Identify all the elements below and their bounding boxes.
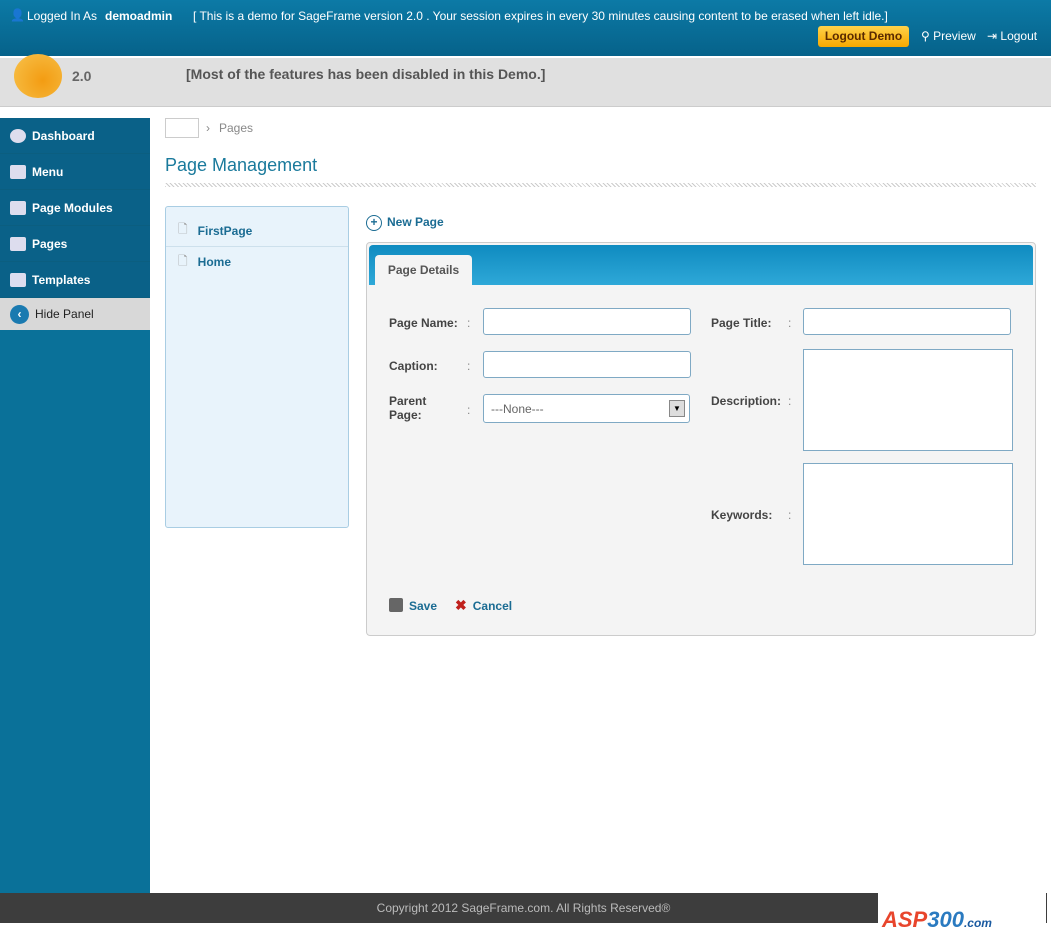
colon: :: [788, 316, 792, 330]
hide-panel-label: Hide Panel: [35, 307, 94, 321]
save-button[interactable]: Save: [389, 598, 437, 613]
templates-icon: [10, 272, 26, 287]
sidebar-label: Menu: [32, 164, 64, 179]
header: 2.0 [Most of the features has been disab…: [0, 54, 1051, 107]
search-icon: ⚲: [921, 29, 934, 43]
version: 2.0: [72, 68, 92, 84]
colon: :: [467, 359, 471, 373]
description-label: Description:: [711, 394, 782, 408]
tree-item-label: FirstPage: [197, 223, 253, 238]
colon: :: [467, 316, 471, 330]
sidebar-item-menu[interactable]: Menu: [0, 154, 150, 190]
chevron-down-icon[interactable]: ▼: [669, 400, 685, 417]
page-tree: 🗋 FirstPage 🗋 Home: [165, 206, 349, 528]
keywords-label: Keywords:: [711, 508, 773, 522]
cancel-button[interactable]: ✖ Cancel: [455, 597, 512, 614]
breadcrumb-current: Pages: [219, 121, 254, 135]
colon: :: [788, 508, 792, 522]
sidebar-item-templates[interactable]: Templates: [0, 262, 150, 298]
breadcrumb-home-icon[interactable]: [165, 118, 199, 138]
logout-icon: ⇥: [987, 29, 1001, 43]
user-icon: 👤: [10, 8, 25, 22]
floppy-icon: [389, 598, 403, 612]
modules-icon: [10, 200, 26, 215]
logout-demo-button[interactable]: Logout Demo: [818, 26, 909, 47]
page-title-input[interactable]: [803, 308, 1011, 335]
sidebar-item-pages[interactable]: Pages: [0, 226, 150, 262]
tree-item-home[interactable]: 🗋 Home: [166, 247, 348, 277]
header-notice: [Most of the features has been disabled …: [186, 66, 546, 82]
description-textarea[interactable]: [803, 349, 1013, 451]
page-title-label: Page Title:: [711, 316, 772, 330]
new-page-button[interactable]: + New Page: [366, 215, 444, 231]
logout-link[interactable]: ⇥ Logout: [987, 29, 1037, 43]
sidebar-label: Page Modules: [32, 200, 113, 215]
sidebar-item-page-modules[interactable]: Page Modules: [0, 190, 150, 226]
chevron-left-icon: ‹: [10, 304, 29, 324]
new-page-label: New Page: [387, 215, 444, 229]
sidebar-label: Pages: [32, 236, 68, 251]
page-icon: 🗋: [178, 222, 188, 236]
username: demoadmin: [105, 9, 173, 23]
demo-notice: [ This is a demo for SageFrame version 2…: [193, 9, 888, 23]
preview-link[interactable]: ⚲ Preview: [921, 29, 976, 43]
top-bar: 👤 Logged In As demoadmin [ This is a dem…: [0, 0, 1051, 57]
close-icon: ✖: [455, 597, 467, 613]
dashboard-icon: [10, 128, 26, 143]
logged-in-label: Logged In As: [27, 9, 98, 23]
breadcrumb-separator: ›: [206, 121, 210, 135]
colon: :: [788, 394, 792, 408]
sidebar-item-dashboard[interactable]: Dashboard: [0, 118, 150, 154]
cancel-label: Cancel: [472, 599, 513, 613]
tree-item-firstpage[interactable]: 🗋 FirstPage: [166, 207, 348, 247]
keywords-textarea[interactable]: [803, 463, 1013, 565]
caption-label: Caption:: [389, 359, 438, 373]
page-name-input[interactable]: [483, 308, 691, 335]
sidebar-label: Dashboard: [32, 128, 95, 143]
sidebar: Dashboard Menu Page Modules Pages Templa…: [0, 118, 150, 893]
save-label: Save: [409, 599, 438, 613]
preview-label: Preview: [933, 29, 976, 43]
menu-icon: [10, 164, 26, 179]
asp300-watermark-logo: ASP300.com: [878, 893, 1046, 946]
tree-item-label: Home: [197, 255, 231, 269]
sidebar-label: Templates: [32, 272, 91, 287]
page-details-panel: Page Details Page Name:: Caption:: Paren…: [366, 242, 1036, 636]
hide-panel-button[interactable]: ‹ Hide Panel: [0, 298, 150, 330]
page-title: Page Management: [165, 155, 318, 175]
parent-page-label: Parent Page:: [389, 394, 427, 422]
page-name-label: Page Name:: [389, 316, 458, 330]
title-divider: [165, 183, 1036, 187]
caption-input[interactable]: [483, 351, 691, 378]
parent-page-select[interactable]: ---None--- ▼: [483, 394, 690, 423]
parent-page-value: ---None---: [491, 402, 544, 416]
pages-icon: [10, 236, 26, 251]
colon: :: [467, 403, 471, 417]
logout-label: Logout: [1000, 29, 1038, 43]
tab-page-details[interactable]: Page Details: [375, 255, 472, 285]
page-icon: 🗋: [178, 253, 188, 268]
sageframe-logo[interactable]: [14, 54, 62, 98]
plus-icon: +: [366, 215, 382, 231]
